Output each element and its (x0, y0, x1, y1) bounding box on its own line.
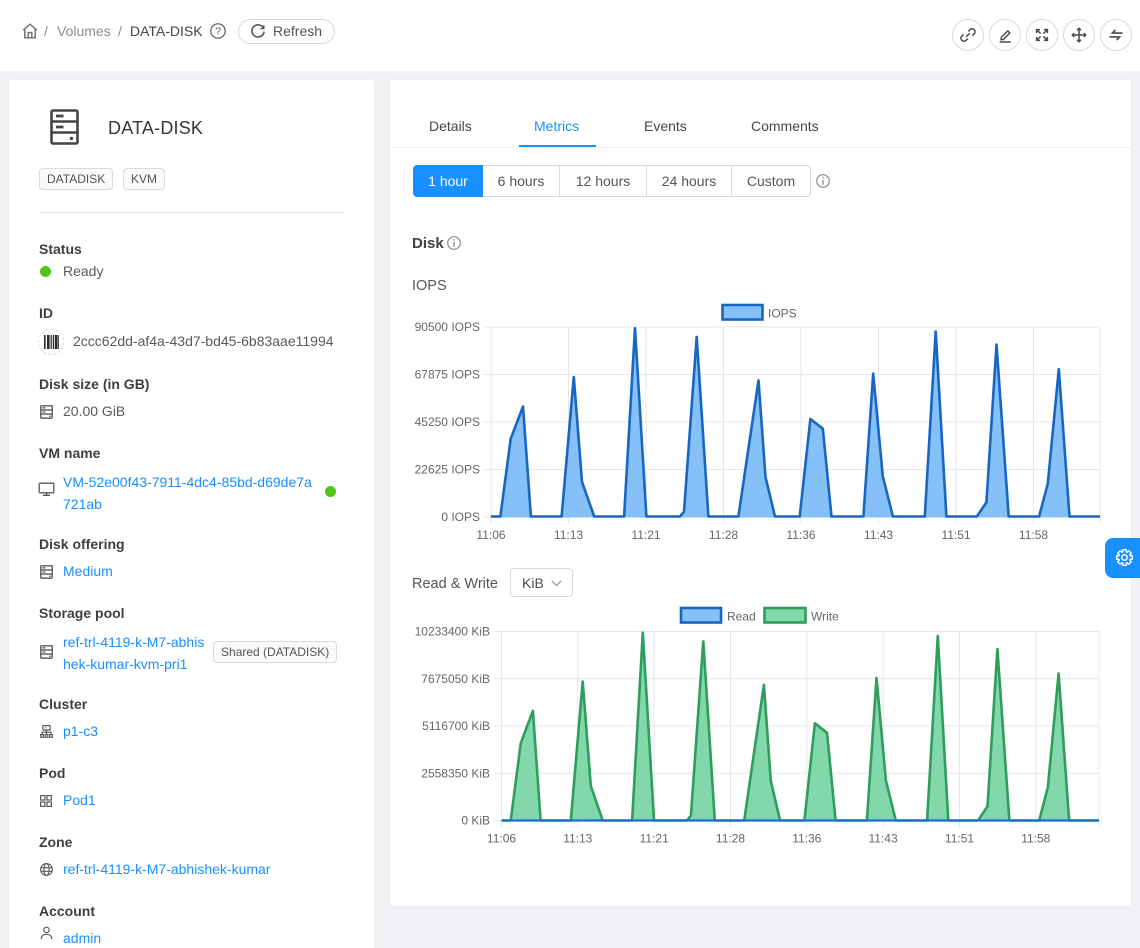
svg-text:45250 IOPS: 45250 IOPS (415, 415, 480, 429)
svg-text:90500 IOPS: 90500 IOPS (415, 320, 480, 334)
svg-text:11:21: 11:21 (631, 528, 660, 542)
svg-text:22625 IOPS: 22625 IOPS (415, 463, 480, 477)
svg-text:11:36: 11:36 (792, 832, 821, 846)
svg-text:7675050 KiB: 7675050 KiB (421, 672, 490, 686)
svg-text:11:43: 11:43 (864, 528, 893, 542)
svg-text:11:13: 11:13 (563, 832, 592, 846)
svg-text:11:58: 11:58 (1019, 528, 1048, 542)
svg-text:Read: Read (727, 610, 756, 624)
svg-text:11:43: 11:43 (869, 832, 898, 846)
svg-text:11:28: 11:28 (709, 528, 738, 542)
svg-text:0 IOPS: 0 IOPS (441, 510, 480, 524)
svg-text:11:58: 11:58 (1021, 832, 1050, 846)
svg-text:2558350 KiB: 2558350 KiB (421, 767, 490, 781)
svg-text:11:21: 11:21 (640, 832, 669, 846)
svg-text:11:28: 11:28 (716, 832, 745, 846)
svg-text:0 KiB: 0 KiB (461, 814, 490, 828)
svg-text:11:06: 11:06 (476, 528, 505, 542)
svg-text:5116700 KiB: 5116700 KiB (422, 719, 490, 733)
svg-text:11:06: 11:06 (487, 832, 516, 846)
svg-text:67875 IOPS: 67875 IOPS (415, 368, 480, 382)
svg-text:10233400 KiB: 10233400 KiB (415, 625, 490, 639)
svg-text:11:51: 11:51 (945, 832, 974, 846)
svg-text:11:51: 11:51 (941, 528, 970, 542)
svg-text:IOPS: IOPS (768, 307, 797, 321)
svg-text:Write: Write (811, 610, 839, 624)
svg-text:11:13: 11:13 (554, 528, 583, 542)
svg-text:11:36: 11:36 (786, 528, 815, 542)
